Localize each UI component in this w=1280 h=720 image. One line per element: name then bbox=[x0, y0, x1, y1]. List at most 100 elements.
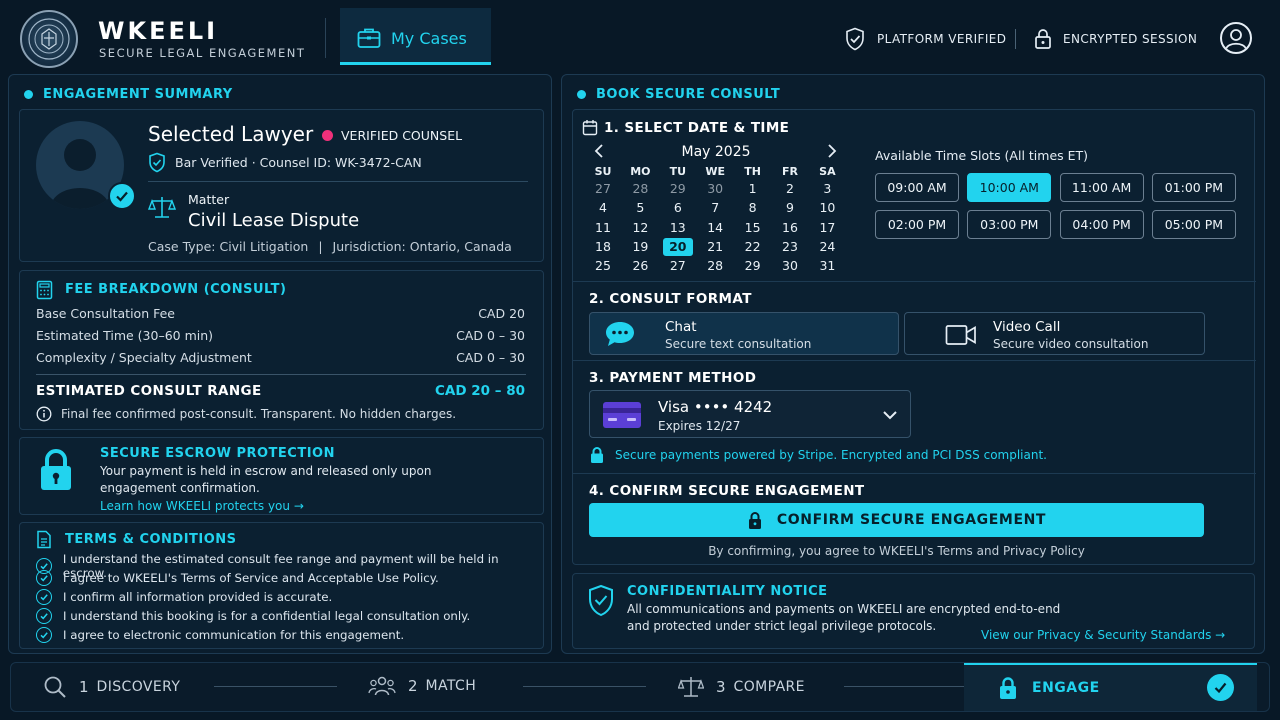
check-circle-icon bbox=[36, 627, 52, 643]
calendar-day[interactable]: 3 bbox=[812, 180, 842, 198]
tab-my-cases[interactable]: My Cases bbox=[340, 8, 491, 65]
time-slot-button[interactable]: 03:00 PM bbox=[967, 209, 1052, 239]
calendar-day[interactable]: 27 bbox=[663, 257, 693, 275]
format-video-option[interactable]: Video Call Secure video consultation bbox=[904, 312, 1205, 355]
confidentiality-title: CONFIDENTIALITY NOTICE bbox=[627, 584, 828, 599]
calendar-day[interactable]: 16 bbox=[775, 219, 805, 237]
section-dot bbox=[577, 90, 586, 99]
calendar-day[interactable]: 20 bbox=[662, 237, 693, 256]
calendar-day[interactable]: 24 bbox=[812, 238, 842, 256]
confirm-note: By confirming, you agree to WKEELI's Ter… bbox=[708, 544, 1085, 558]
payment-method-select[interactable]: Visa •••• 4242 Expires 12/27 bbox=[589, 390, 911, 438]
chat-bubble-icon bbox=[606, 322, 634, 346]
calendar-day[interactable]: 11 bbox=[588, 219, 618, 237]
calendar-day[interactable]: 12 bbox=[625, 219, 655, 237]
estimated-range-value: CAD 20 – 80 bbox=[435, 383, 525, 399]
step-compare[interactable]: 3 COMPARE bbox=[678, 675, 805, 699]
step-label: MATCH bbox=[425, 678, 477, 694]
privacy-standards-link[interactable]: View our Privacy & Security Standards → bbox=[981, 628, 1225, 642]
calendar-day[interactable]: 27 bbox=[588, 180, 618, 198]
calendar-prev-button[interactable] bbox=[593, 143, 609, 161]
brand-name: WKEELI bbox=[98, 17, 219, 45]
weekday-label: FR bbox=[782, 165, 798, 178]
confirm-engagement-button[interactable]: CONFIRM SECURE ENGAGEMENT bbox=[589, 503, 1204, 537]
confirm-engagement-label: CONFIRM SECURE ENGAGEMENT bbox=[776, 512, 1047, 528]
calendar-next-button[interactable] bbox=[824, 143, 840, 161]
time-slot-button[interactable]: 10:00 AM bbox=[967, 173, 1052, 202]
calendar-day[interactable]: 31 bbox=[812, 257, 842, 275]
time-slot-button[interactable]: 01:00 PM bbox=[1151, 173, 1236, 202]
brand-logo[interactable] bbox=[20, 10, 78, 68]
calendar-day[interactable]: 4 bbox=[588, 199, 618, 217]
escrow-learn-link[interactable]: Learn how WKEELI protects you → bbox=[100, 499, 304, 513]
calendar-day[interactable]: 29 bbox=[663, 180, 693, 198]
format-chat-option[interactable]: Chat Secure text consultation bbox=[589, 312, 899, 355]
confidentiality-line-1: All communications and payments on WKEEL… bbox=[627, 602, 1061, 616]
user-avatar-button[interactable] bbox=[1220, 22, 1252, 54]
calendar-day[interactable]: 15 bbox=[738, 219, 768, 237]
step-divider bbox=[573, 281, 1256, 282]
calendar-day[interactable]: 13 bbox=[663, 219, 693, 237]
calendar-day[interactable]: 2 bbox=[775, 180, 805, 198]
terms-title: TERMS & CONDITIONS bbox=[65, 532, 237, 547]
calendar-day[interactable]: 17 bbox=[812, 219, 842, 237]
calendar-day[interactable]: 14 bbox=[700, 219, 730, 237]
time-slot-button[interactable]: 04:00 PM bbox=[1059, 209, 1144, 239]
terms-item[interactable]: I understand this booking is for a confi… bbox=[36, 608, 470, 624]
padlock-icon bbox=[41, 449, 71, 490]
scales-icon bbox=[148, 197, 176, 218]
progress-stepper: 1 DISCOVERY 2 MATCH 3 COMPARE ENGAGE bbox=[10, 662, 1270, 712]
case-meta: Case Type: Civil Litigation | Jurisdicti… bbox=[148, 239, 512, 254]
escrow-title: SECURE ESCROW PROTECTION bbox=[100, 446, 335, 461]
chevron-left-icon bbox=[594, 144, 603, 158]
calendar-day[interactable]: 22 bbox=[738, 238, 768, 256]
calendar-day[interactable]: 6 bbox=[663, 199, 693, 217]
step-discovery[interactable]: 1 DISCOVERY bbox=[43, 675, 180, 699]
calendar-day[interactable]: 28 bbox=[625, 180, 655, 198]
calendar-day[interactable]: 28 bbox=[700, 257, 730, 275]
calendar-day[interactable]: 29 bbox=[738, 257, 768, 275]
video-camera-icon bbox=[945, 325, 976, 345]
fee-row: Base Consultation Fee CAD 20 bbox=[36, 306, 525, 321]
step-label: ENGAGE bbox=[1032, 680, 1100, 696]
calendar-day[interactable]: 7 bbox=[700, 199, 730, 217]
time-slot-button[interactable]: 09:00 AM bbox=[875, 173, 959, 202]
fee-row: Complexity / Specialty Adjustment CAD 0 –… bbox=[36, 350, 525, 365]
calendar-day[interactable]: 26 bbox=[625, 257, 655, 275]
fee-row-value: CAD 20 bbox=[478, 306, 525, 321]
calendar-day[interactable]: 19 bbox=[625, 238, 655, 256]
credit-card-icon bbox=[603, 402, 641, 428]
calendar-day[interactable]: 18 bbox=[588, 238, 618, 256]
calendar-day[interactable]: 5 bbox=[625, 199, 655, 217]
calendar-day[interactable]: 30 bbox=[775, 257, 805, 275]
weekday-label: MO bbox=[630, 165, 651, 178]
calendar-day[interactable]: 1 bbox=[738, 180, 768, 198]
calendar-day[interactable]: 25 bbox=[588, 257, 618, 275]
time-slot-button[interactable]: 11:00 AM bbox=[1059, 173, 1144, 202]
engagement-summary-title: ENGAGEMENT SUMMARY bbox=[43, 87, 233, 102]
terms-item[interactable]: I confirm all information provided is ac… bbox=[36, 589, 332, 605]
calendar-day[interactable]: 23 bbox=[775, 238, 805, 256]
calendar-day[interactable]: 30 bbox=[700, 180, 730, 198]
step-match[interactable]: 2 MATCH bbox=[368, 675, 476, 697]
matter-title: Civil Lease Dispute bbox=[188, 210, 360, 231]
terms-item[interactable]: I agree to WKEELI's Terms of Service and… bbox=[36, 570, 439, 586]
lawyer-name: Selected Lawyer bbox=[148, 122, 314, 146]
step-engage[interactable]: ENGAGE bbox=[964, 663, 1257, 711]
time-slot-button[interactable]: 05:00 PM bbox=[1151, 209, 1236, 239]
document-icon bbox=[37, 530, 51, 549]
time-slot-button[interactable]: 02:00 PM bbox=[875, 209, 959, 239]
calendar-day[interactable]: 8 bbox=[738, 199, 768, 217]
terms-item[interactable]: I agree to electronic communication for … bbox=[36, 627, 404, 643]
people-icon bbox=[368, 676, 396, 696]
header-divider-2 bbox=[1015, 29, 1016, 49]
step-4-title: 4. CONFIRM SECURE ENGAGEMENT bbox=[589, 483, 865, 499]
terms-card: TERMS & CONDITIONS I understand the esti… bbox=[19, 522, 544, 649]
step-3-title: 3. PAYMENT METHOD bbox=[589, 370, 757, 386]
calendar-day[interactable]: 21 bbox=[700, 238, 730, 256]
chat-title: Chat bbox=[665, 319, 697, 335]
calendar-day[interactable]: 10 bbox=[812, 199, 842, 217]
fee-breakdown-card: FEE BREAKDOWN (CONSULT) Base Consultatio… bbox=[19, 270, 544, 430]
step-number: 3 bbox=[716, 678, 726, 696]
calendar-day[interactable]: 9 bbox=[775, 199, 805, 217]
